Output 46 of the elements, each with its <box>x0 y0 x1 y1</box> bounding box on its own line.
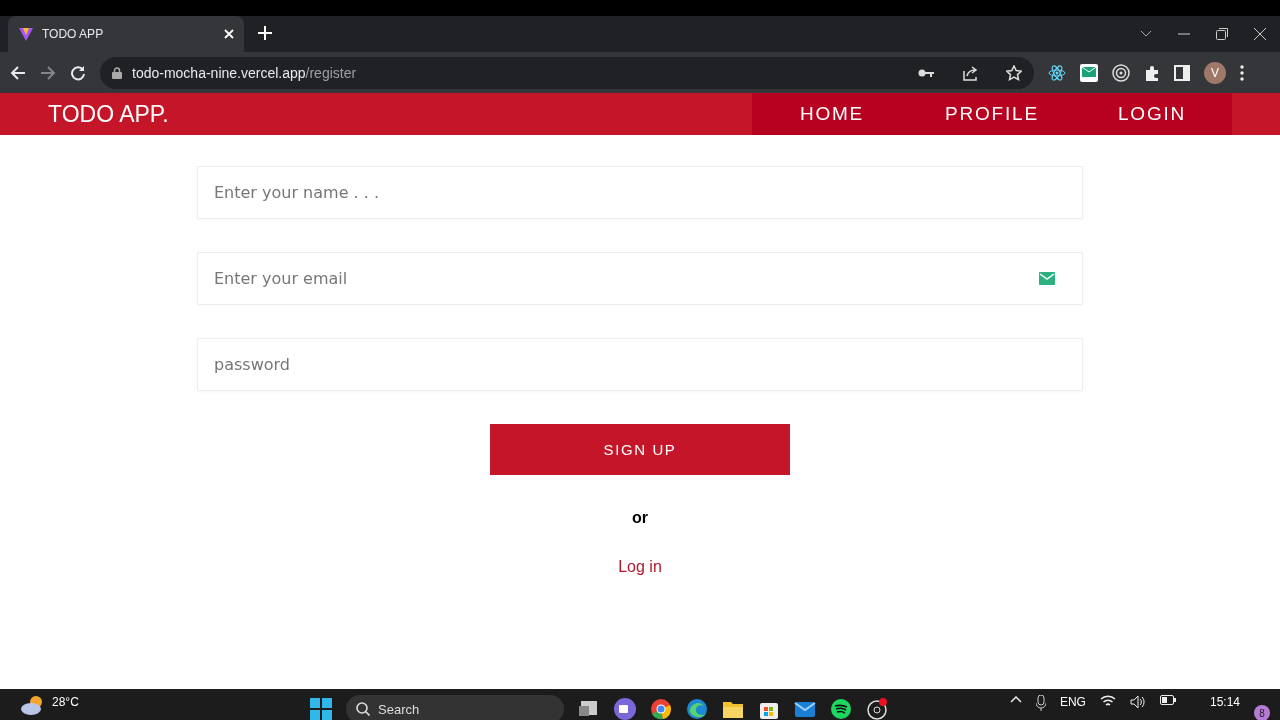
reload-icon[interactable] <box>70 64 86 81</box>
new-tab-icon[interactable] <box>258 26 272 40</box>
start-icon[interactable] <box>310 698 332 720</box>
sign-in-link[interactable]: Log in <box>618 558 662 576</box>
brand-title: TODO APP. <box>48 100 170 128</box>
target-icon[interactable] <box>1112 63 1130 82</box>
nav-link[interactable]: HOME <box>752 93 912 135</box>
lock-icon <box>112 66 122 79</box>
nav-link[interactable]: LOGIN <box>1072 93 1232 135</box>
microphone-icon[interactable] <box>1035 695 1046 711</box>
sign-up-button[interactable]: SIGN UP <box>490 424 790 475</box>
profile-avatar[interactable]: V <box>1204 61 1226 84</box>
envelope-icon <box>1039 272 1055 285</box>
mail-extension-icon[interactable] <box>1080 63 1098 82</box>
email-input-field[interactable]: Enter your email <box>197 252 1083 305</box>
taskbar-search[interactable]: Search <box>346 695 564 720</box>
forward-icon[interactable] <box>40 64 56 81</box>
spotify-icon[interactable] <box>830 698 852 720</box>
star-icon[interactable] <box>1006 64 1022 81</box>
edge-icon[interactable] <box>686 698 708 720</box>
key-icon[interactable] <box>918 67 934 78</box>
chevron-up-icon[interactable] <box>1009 695 1022 703</box>
triangle-logo-icon <box>18 26 34 42</box>
search-icon <box>356 702 370 716</box>
browser-tab[interactable]: TODO APP <box>8 16 244 52</box>
share-icon[interactable] <box>962 64 978 81</box>
volume-icon[interactable] <box>1129 695 1146 709</box>
text-input-field[interactable]: Enter your name . . . <box>197 166 1083 219</box>
temperature-text: 28°C <box>52 695 79 709</box>
chrome-icon[interactable] <box>650 698 672 720</box>
notification-badge[interactable]: 8 <box>1254 705 1270 720</box>
close-icon[interactable] <box>1254 28 1266 40</box>
back-icon[interactable] <box>10 64 26 81</box>
more-icon[interactable] <box>1240 64 1244 81</box>
battery-icon[interactable] <box>1159 695 1176 705</box>
password-input-field[interactable]: password <box>197 338 1083 391</box>
clock-time[interactable]: 15:14 <box>1209 695 1240 709</box>
restore-icon[interactable] <box>1216 28 1228 40</box>
atom-icon[interactable] <box>1048 63 1066 82</box>
extensions-icon[interactable] <box>1144 64 1160 81</box>
nav-link[interactable]: PROFILE <box>912 93 1072 135</box>
language-indicator[interactable]: ENG <box>1059 695 1086 709</box>
separator-text: or <box>632 509 648 527</box>
wifi-icon[interactable] <box>1099 695 1116 707</box>
chevron-down-icon[interactable] <box>1140 30 1152 38</box>
side-panel-icon[interactable] <box>1174 64 1190 81</box>
